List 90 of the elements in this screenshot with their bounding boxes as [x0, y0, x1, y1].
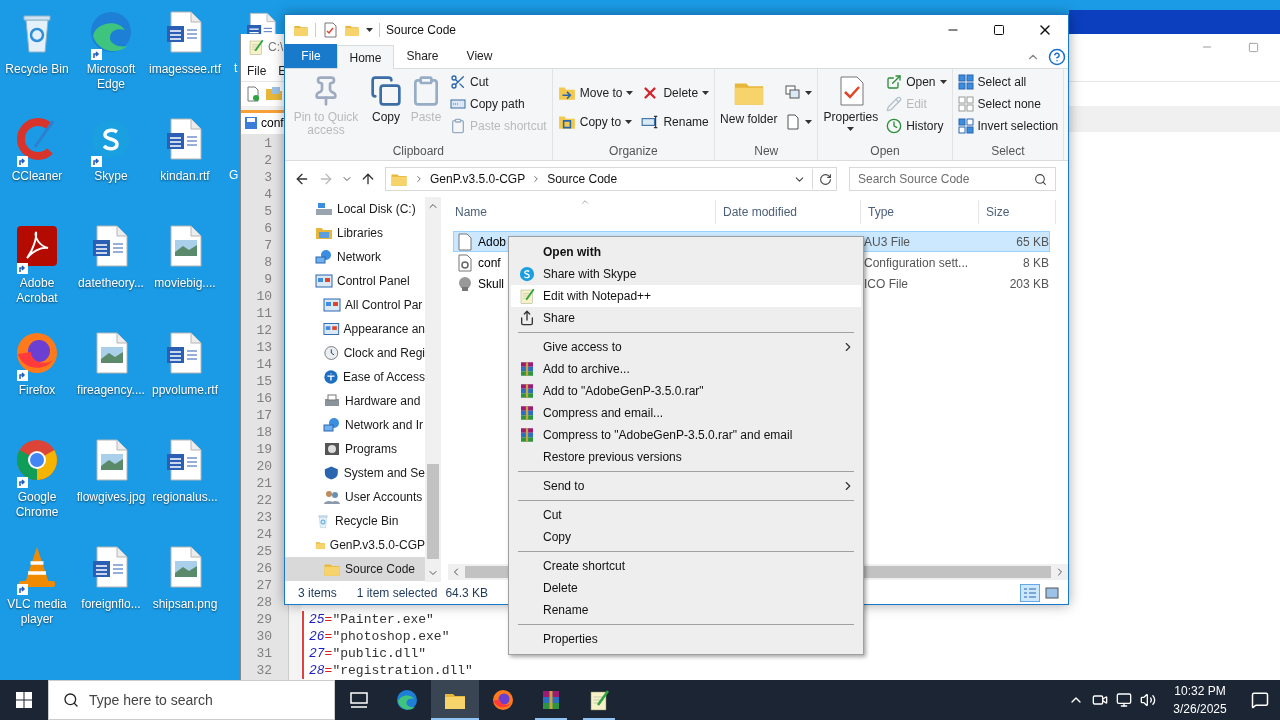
tree-label: All Control Par — [345, 297, 423, 314]
icon-label: kindan.rtf — [159, 169, 211, 184]
line-number: 25 — [255, 543, 272, 560]
tree-label: GenP.v3.5.0-CGP — [329, 537, 425, 554]
line-number: 2 — [263, 152, 272, 169]
icon-label: flowgives.jpg — [75, 490, 147, 505]
code-line: 25="Painter.exe" — [302, 611, 434, 628]
line-number: 16 — [255, 390, 272, 407]
line-number: 8 — [263, 254, 272, 271]
window-title: C:\ — [268, 39, 284, 56]
icon-label: Google Chrome — [14, 490, 60, 520]
window-title: Source Code — [386, 22, 457, 39]
group-label: Open — [869, 143, 901, 160]
line-number: 28 — [255, 594, 272, 611]
file-name: Adob — [478, 233, 507, 251]
line-number: 30 — [255, 628, 272, 645]
tree-label: Programs — [345, 441, 397, 458]
file-name: conf — [478, 254, 501, 272]
line-number: 9 — [263, 271, 272, 288]
line-number: 21 — [255, 475, 272, 492]
line-number: 4 — [263, 186, 272, 203]
icon-label: Adobe Acrobat — [15, 276, 59, 306]
code-line: 27="public.dll" — [302, 645, 427, 662]
icon-label: imagessee.rtf — [148, 62, 222, 77]
icon-label: CCleaner — [10, 169, 64, 184]
icon-label: ppvolume.rtf — [151, 383, 219, 398]
line-number: 27 — [255, 577, 272, 594]
group-label: Select — [990, 143, 1026, 160]
icon-label: Microsoft Edge — [85, 62, 137, 92]
line-number: 10 — [255, 288, 272, 305]
line-number: 32 — [255, 662, 272, 679]
file-size: 65 KB — [1015, 233, 1049, 251]
status-text: 64.3 KB — [445, 585, 489, 602]
icon-label: regionalus... — [151, 490, 219, 505]
line-number: 29 — [255, 611, 272, 628]
group-label: Organize — [608, 143, 659, 160]
line-number: 31 — [255, 645, 272, 662]
line-number: 5 — [263, 203, 272, 220]
line-number: 18 — [255, 424, 272, 441]
icon-label: fireagency.... — [76, 383, 146, 398]
file-type: ICO File — [863, 275, 909, 293]
line-number: 17 — [255, 407, 272, 424]
tree-label: Clock and Regi — [343, 345, 425, 362]
line-number: 26 — [255, 560, 272, 577]
line-number: 11 — [255, 305, 272, 322]
line-number: 24 — [255, 526, 272, 543]
group-label: Clipboard — [391, 143, 446, 160]
line-number: 1 — [263, 135, 272, 152]
icon-label: moviebig.... — [153, 276, 217, 291]
line-number: 22 — [255, 492, 272, 509]
line-number: 13 — [255, 339, 272, 356]
line-number: 15 — [255, 373, 272, 390]
line-number: 20 — [255, 458, 272, 475]
file-type: AU3 File — [863, 233, 911, 251]
tree-label: Source Code — [345, 561, 416, 578]
line-number: 19 — [255, 441, 272, 458]
line-number: 12 — [255, 322, 272, 339]
tree-label: Appearance an — [343, 321, 425, 338]
icon-label: VLC media player — [6, 597, 68, 627]
tree-label: Ease of Access — [342, 369, 425, 386]
tree-label: Network — [337, 249, 381, 266]
line-number: 6 — [263, 220, 272, 237]
status-text: 1 item selected — [356, 585, 438, 602]
line-number: 14 — [255, 356, 272, 373]
tree-label: Control Panel — [337, 273, 410, 290]
code-line: 26="photoshop.exe" — [302, 628, 450, 645]
line-number: 7 — [263, 237, 272, 254]
tree-label: Recycle Bin — [335, 513, 399, 530]
tree-label: System and Se — [343, 465, 425, 482]
icon-label: Recycle Bin — [4, 62, 70, 77]
tree-label: Hardware and — [345, 393, 421, 410]
icon-label: t — [234, 60, 238, 77]
file-type: Configuration sett... — [863, 254, 970, 272]
tree-label: User Accounts — [345, 489, 423, 506]
tree-label: Network and Ir — [345, 417, 424, 434]
tree-label: Local Disk (C:) — [337, 201, 416, 218]
tree-label: Libraries — [337, 225, 384, 242]
line-number: 3 — [263, 169, 272, 186]
file-size: 203 KB — [1008, 275, 1049, 293]
icon-label: foreignflo... — [80, 597, 142, 612]
file-size: 8 KB — [1022, 254, 1049, 272]
status-text: 3 items — [298, 585, 337, 602]
line-number: 23 — [255, 509, 272, 526]
group-label: New — [753, 143, 780, 160]
icon-label: shipsan.png — [151, 597, 219, 612]
file-name: Skull — [478, 275, 504, 293]
icon-label: G — [229, 167, 239, 184]
icon-label: Skype — [93, 169, 129, 184]
icon-label: datetheory... — [77, 276, 145, 291]
icon-label: Firefox — [17, 383, 57, 398]
